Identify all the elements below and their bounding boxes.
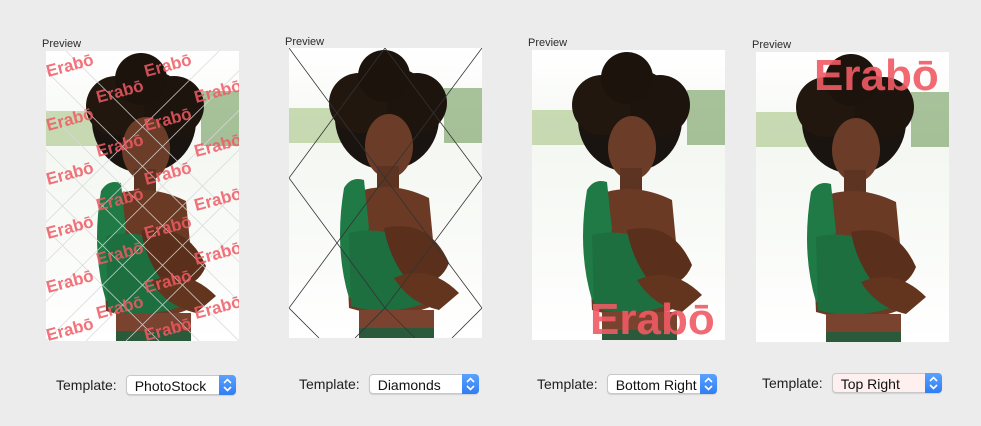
preview-panel-bottom-right: Preview Erabō Template: Bottom Right (528, 0, 768, 426)
svg-text:Erabō: Erabō (814, 52, 939, 100)
template-row: Template: Diamonds (299, 374, 479, 394)
preview-panel-top-right: Preview Erabō Template: Top Right (752, 0, 981, 426)
preview-label: Preview (752, 39, 792, 51)
chevron-up-down-icon (924, 373, 942, 393)
template-row: Template: PhotoStock (56, 375, 236, 395)
svg-text:Erabō: Erabō (590, 295, 715, 340)
chevron-up-down-icon (699, 374, 717, 394)
preview-label: Preview (528, 37, 568, 49)
template-select[interactable]: Bottom Right (606, 374, 717, 394)
template-row: Template: Bottom Right (537, 374, 717, 394)
preview-panel-diamonds: Preview Template: Diamonds (285, 0, 525, 426)
template-label: Template: (56, 377, 117, 393)
template-label: Template: (299, 376, 360, 392)
preview-figure: Erabō (532, 50, 725, 340)
preview-panel-photostock: Preview Erabō Erabō Erabō Erabō Erabō Er… (42, 0, 282, 426)
template-select-value: Diamonds (377, 377, 441, 393)
preview-image: Erabō (532, 50, 725, 340)
preview-label: Preview (42, 38, 82, 50)
template-select[interactable]: Diamonds (368, 374, 479, 394)
template-label: Template: (537, 376, 598, 392)
preview-figure: Erabō Erabō Erabō Erabō Erabō Erabō Erab… (46, 51, 239, 341)
preview-image: Erabō Erabō Erabō Erabō Erabō Erabō Erab… (46, 51, 239, 341)
template-select[interactable]: Top Right (831, 373, 942, 393)
preview-figure (289, 48, 482, 338)
chevron-up-down-icon (218, 375, 236, 395)
template-row: Template: Top Right (762, 373, 942, 393)
preview-label: Preview (285, 36, 325, 48)
preview-figure: Erabō (756, 52, 949, 342)
template-select-value: Bottom Right (615, 377, 697, 393)
template-select-value: Top Right (840, 376, 900, 392)
template-select[interactable]: PhotoStock (125, 375, 236, 395)
preview-image (289, 48, 482, 338)
template-select-value: PhotoStock (134, 378, 207, 394)
template-label: Template: (762, 375, 823, 391)
preview-image: Erabō (756, 52, 949, 342)
chevron-up-down-icon (461, 374, 479, 394)
